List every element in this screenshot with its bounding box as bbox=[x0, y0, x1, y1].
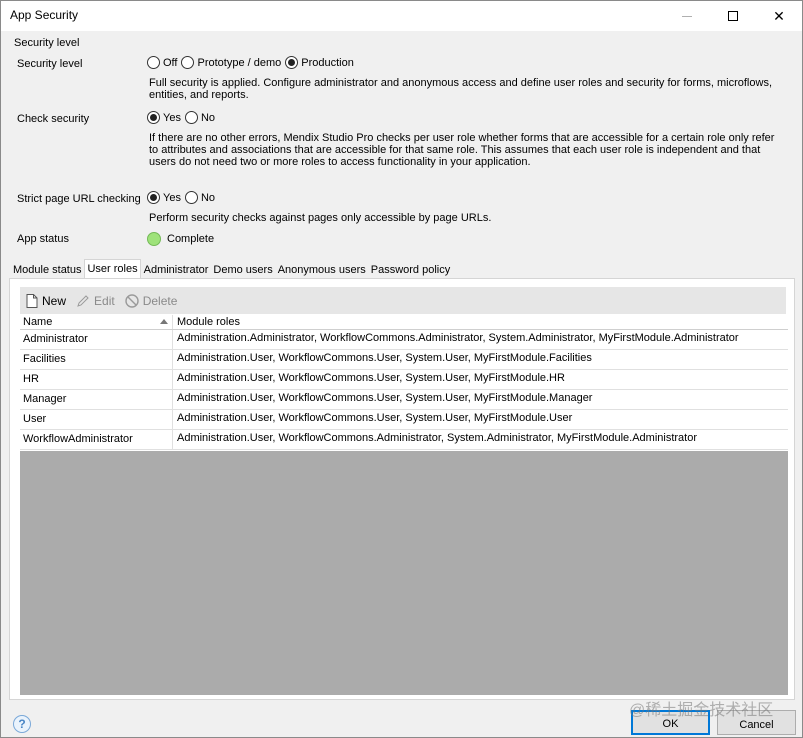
cell-module-roles: Administration.Administrator, WorkflowCo… bbox=[177, 332, 739, 344]
new-document-icon bbox=[26, 293, 38, 308]
radio-label: Off bbox=[163, 56, 178, 69]
strict-url-label: Strict page URL checking bbox=[17, 193, 141, 205]
watermark: @稀土掘金技术社区 bbox=[629, 702, 774, 719]
cell-module-roles: Administration.User, WorkflowCommons.Use… bbox=[177, 412, 573, 424]
radio-circle[interactable] bbox=[184, 111, 198, 124]
check-security-label: Check security bbox=[17, 113, 90, 125]
minimize-button bbox=[664, 1, 710, 31]
cell-name: Manager bbox=[20, 390, 173, 409]
close-button[interactable]: ✕ bbox=[756, 1, 802, 31]
delete-button[interactable]: Delete bbox=[125, 293, 178, 308]
cell-module-roles: Administration.User, WorkflowCommons.Use… bbox=[177, 352, 592, 364]
delete-icon bbox=[125, 293, 139, 308]
check-security-description: If there are no other errors, Mendix Stu… bbox=[149, 132, 775, 168]
strict-url-description: Perform security checks against pages on… bbox=[149, 212, 492, 224]
check-security-options: Yes No bbox=[147, 111, 219, 124]
tab-password-policy[interactable]: Password policy bbox=[369, 262, 452, 278]
security-level-description: Full security is applied. Configure admi… bbox=[149, 77, 772, 101]
strict-url-options: Yes No bbox=[147, 191, 219, 204]
security-level-label: Security level bbox=[17, 58, 83, 70]
tab-strip: Module status User roles Administrator D… bbox=[11, 259, 453, 278]
radio-check-yes[interactable]: Yes bbox=[147, 111, 181, 124]
table-row[interactable]: Facilities Administration.User, WorkflowC… bbox=[20, 350, 788, 370]
app-status-label: App status bbox=[17, 233, 69, 245]
radio-circle-selected[interactable] bbox=[285, 56, 299, 69]
cell-name: HR bbox=[20, 370, 173, 389]
grid-empty-area bbox=[20, 451, 788, 695]
table-row[interactable]: User Administration.User, WorkflowCommons… bbox=[20, 410, 788, 430]
radio-label: No bbox=[200, 111, 216, 124]
radio-circle[interactable] bbox=[184, 191, 198, 204]
radio-label: Yes bbox=[163, 111, 181, 124]
radio-strict-yes[interactable]: Yes bbox=[147, 191, 181, 204]
radio-circle-selected[interactable] bbox=[147, 111, 160, 124]
table-row[interactable]: Administrator Administration.Administrato… bbox=[20, 330, 788, 350]
table-row[interactable]: WorkflowAdministrator Administration.User… bbox=[20, 430, 788, 450]
app-security-dialog: App Security ✕ Security level Security l… bbox=[0, 0, 803, 738]
cell-module-roles: Administration.User, WorkflowCommons.Use… bbox=[177, 372, 565, 384]
user-roles-grid: Name Module roles Administrator Administr… bbox=[20, 315, 788, 450]
help-icon[interactable]: ? bbox=[13, 715, 31, 733]
cell-name: Facilities bbox=[20, 350, 173, 369]
cell-name: User bbox=[20, 410, 173, 429]
table-row[interactable]: Manager Administration.User, WorkflowComm… bbox=[20, 390, 788, 410]
new-label: New bbox=[42, 293, 67, 308]
tab-user-roles[interactable]: User roles bbox=[84, 259, 141, 278]
maximize-icon bbox=[728, 11, 738, 21]
app-status: Complete bbox=[147, 232, 214, 246]
table-row[interactable]: HR Administration.User, WorkflowCommons.U… bbox=[20, 370, 788, 390]
close-icon: ✕ bbox=[773, 7, 785, 24]
cell-module-roles: Administration.User, WorkflowCommons.Use… bbox=[177, 392, 593, 404]
cell-name: WorkflowAdministrator bbox=[20, 430, 173, 449]
app-status-value: Complete bbox=[167, 233, 215, 245]
radio-label: Prototype / demo bbox=[197, 56, 282, 69]
delete-label: Delete bbox=[142, 293, 178, 308]
toolbar: New Edit Delete bbox=[20, 287, 786, 314]
edit-button[interactable]: Edit bbox=[76, 294, 115, 308]
radio-strict-no[interactable]: No bbox=[184, 191, 216, 204]
radio-circle[interactable] bbox=[181, 56, 195, 69]
radio-off[interactable]: Off bbox=[147, 56, 177, 69]
cell-name: Administrator bbox=[20, 330, 173, 349]
security-level-options: Off Prototype / demo Production bbox=[147, 56, 358, 69]
column-header-name[interactable]: Name bbox=[20, 315, 173, 329]
tab-demo-users[interactable]: Demo users bbox=[211, 262, 274, 278]
radio-circle[interactable] bbox=[147, 56, 160, 69]
maximize-button[interactable] bbox=[710, 1, 756, 31]
tab-anonymous-users[interactable]: Anonymous users bbox=[276, 262, 368, 278]
title-bar: App Security ✕ bbox=[1, 1, 802, 31]
radio-label: No bbox=[200, 191, 216, 204]
status-indicator-icon bbox=[147, 232, 161, 246]
grid-header: Name Module roles bbox=[20, 315, 788, 330]
pencil-icon bbox=[77, 294, 89, 307]
security-level-group: Security level Security level Off Protot… bbox=[9, 34, 795, 256]
column-header-module-roles[interactable]: Module roles bbox=[173, 315, 788, 329]
radio-label: Production bbox=[301, 56, 354, 69]
window-title: App Security bbox=[10, 8, 79, 22]
sort-ascending-icon bbox=[160, 319, 168, 324]
group-title: Security level bbox=[14, 37, 80, 49]
radio-check-no[interactable]: No bbox=[184, 111, 216, 124]
tab-administrator[interactable]: Administrator bbox=[142, 262, 211, 278]
cell-module-roles: Administration.User, WorkflowCommons.Adm… bbox=[177, 432, 697, 444]
radio-circle-selected[interactable] bbox=[147, 191, 160, 204]
radio-label: Yes bbox=[163, 191, 181, 204]
radio-production[interactable]: Production bbox=[285, 56, 354, 69]
column-header-label: Name bbox=[23, 316, 53, 328]
minimize-icon bbox=[682, 15, 692, 17]
tab-module-status[interactable]: Module status bbox=[11, 262, 83, 278]
user-roles-panel: New Edit Delete Name Module roles Admini… bbox=[9, 278, 795, 700]
edit-label: Edit bbox=[94, 293, 115, 308]
new-button[interactable]: New bbox=[26, 293, 67, 308]
radio-prototype[interactable]: Prototype / demo bbox=[181, 56, 281, 69]
